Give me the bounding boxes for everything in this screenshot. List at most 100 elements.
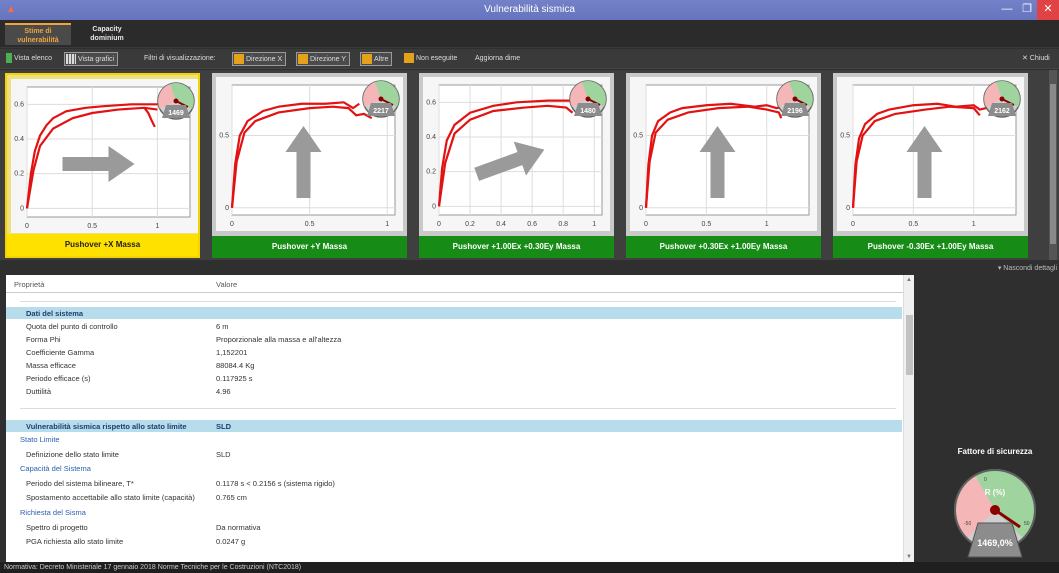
column-value: Valore bbox=[216, 280, 238, 289]
property-name: Massa efficace bbox=[26, 361, 76, 370]
charts-scrollbar[interactable] bbox=[1049, 70, 1057, 260]
table-row[interactable]: Definizione dello stato limite SLD bbox=[6, 448, 902, 460]
property-value: 4.96 bbox=[216, 387, 231, 396]
hide-details-label: Nascondi dettagli bbox=[1003, 265, 1057, 272]
pushover-chart: 0 0.5 1 0 0.5 2162 bbox=[840, 80, 1021, 228]
table-row[interactable]: Forma Phi Proporzionale alla massa e all'… bbox=[6, 333, 902, 345]
filter-direction-y[interactable]: Direzione Y bbox=[296, 52, 351, 66]
table-row[interactable]: Spettro di progetto Da normativa bbox=[6, 521, 902, 533]
status-bar: Normativa: Decreto Ministeriale 17 genna… bbox=[0, 562, 1059, 573]
list-view-button[interactable]: Vista elenco bbox=[6, 52, 52, 66]
pushover-card[interactable]: 0 0.5 1 0 0.5 2162 Pushover -0.30Ex +1.00Ey Ma… bbox=[833, 73, 1028, 258]
scroll-up-icon[interactable]: ▲ bbox=[906, 277, 912, 283]
property-name: Coefficiente Gamma bbox=[26, 348, 95, 357]
tab-vulnerability[interactable]: Stime di vulnerabilità bbox=[5, 23, 71, 45]
maximize-button[interactable]: ❐ bbox=[1017, 0, 1037, 20]
pushover-card[interactable]: 0 0.5 1 0 0.5 2196 Pushover +0.30Ex +1.00Ey Ma… bbox=[626, 73, 821, 258]
close-window-button[interactable]: ✕ bbox=[1037, 0, 1059, 20]
window-title: Vulnerabilità sismica bbox=[484, 4, 575, 15]
safety-factor-gauge: R (%) 0 -50 50 1469,0% bbox=[954, 469, 1036, 558]
property-name: Duttilità bbox=[26, 387, 52, 396]
gauge-hub bbox=[990, 505, 1000, 515]
pushover-plot: 0 0.2 0.4 0.6 0.8 1 0 0.2 0.4 0.6 1480 bbox=[423, 77, 610, 231]
section-limit-state: Stato Limite bbox=[6, 433, 902, 445]
filter-not-executed[interactable]: Non eseguite bbox=[404, 52, 457, 66]
x-tick-label: 1 bbox=[155, 223, 159, 230]
filter-direction-x[interactable]: Direzione X bbox=[232, 52, 287, 66]
table-row[interactable]: Periodo efficace (s) 0.117925 s bbox=[6, 372, 902, 384]
y-tick-label: 0 bbox=[846, 205, 850, 212]
section-value: SLD bbox=[216, 422, 231, 431]
property-value: 6 m bbox=[216, 322, 229, 331]
toolbar: Vista elenco Vista grafici Filtri di vis… bbox=[0, 49, 1059, 69]
y-tick-label: 0.2 bbox=[14, 171, 24, 178]
x-tick-label: 1 bbox=[592, 221, 596, 228]
table-row[interactable]: Spostamento accettabile allo stato limit… bbox=[6, 491, 902, 503]
table-row[interactable]: Massa efficace 88084.4 Kg bbox=[6, 359, 902, 371]
y-tick-label: 0.5 bbox=[219, 133, 229, 140]
y-tick-label: 0.4 bbox=[14, 136, 24, 143]
close-panel-button[interactable]: ✕ Chiudi bbox=[1022, 52, 1050, 66]
section-title: Vulnerabilità sismica rispetto allo stat… bbox=[26, 422, 187, 431]
table-row[interactable]: Periodo del sistema bilineare, T* 0.1178 … bbox=[6, 477, 902, 489]
tab-label: Stime di bbox=[24, 28, 52, 35]
pushover-title: Pushover +0.30Ex +1.00Ey Massa bbox=[626, 236, 821, 258]
safety-badge-value: 2196 bbox=[787, 108, 803, 115]
section-label: Capacità del Sistema bbox=[20, 464, 91, 473]
property-name: PGA richiesta allo stato limite bbox=[26, 537, 124, 546]
x-tick-label: 0 bbox=[230, 221, 234, 228]
safety-badge-value: 1480 bbox=[580, 108, 596, 115]
pushover-plot: 0 0.5 1 0 0.5 2162 bbox=[837, 77, 1024, 231]
x-tick-label: 0.2 bbox=[465, 221, 475, 228]
y-tick-label: 0.4 bbox=[426, 134, 436, 141]
update-size-button[interactable]: Aggiorna dime bbox=[475, 52, 520, 66]
tab-capacity-dominium[interactable]: Capacity dominium bbox=[74, 23, 140, 45]
title-bar: ▲ Vulnerabilità sismica — ❐ ✕ bbox=[0, 0, 1059, 20]
minimize-button[interactable]: — bbox=[997, 0, 1017, 20]
y-tick-label: 0 bbox=[432, 203, 436, 210]
properties-scrollbar[interactable]: ▲ ▼ bbox=[903, 275, 914, 562]
table-row[interactable]: Duttilità 4.96 bbox=[6, 385, 902, 397]
property-name: Definizione dello stato limite bbox=[26, 450, 119, 459]
pushover-chart: 0 0.2 0.4 0.6 0.8 1 0 0.2 0.4 0.6 1480 bbox=[426, 80, 607, 228]
table-row[interactable]: Quota del punto di controllo 6 m bbox=[6, 320, 902, 332]
gauge-scale-label: 0 bbox=[984, 477, 987, 483]
pushover-title: Pushover +Y Massa bbox=[212, 236, 407, 258]
property-value: 0.117925 s bbox=[216, 374, 253, 383]
filter-others[interactable]: Altre bbox=[360, 52, 393, 66]
pushover-plot: 0 0.5 1 0 0.2 0.4 0.6 1469 bbox=[11, 79, 198, 233]
x-tick-label: 1 bbox=[765, 221, 769, 228]
chart-view-label: Vista grafici bbox=[78, 56, 115, 63]
properties-grid: Proprietà Valore Dati del sistema Quota … bbox=[6, 275, 914, 562]
y-tick-label: 0.6 bbox=[14, 101, 24, 108]
table-row[interactable]: Coefficiente Gamma 1,152201 bbox=[6, 346, 902, 358]
x-tick-label: 0.5 bbox=[702, 221, 712, 228]
property-name: Quota del punto di controllo bbox=[26, 322, 118, 331]
pushover-plot: 0 0.5 1 0 0.5 2217 bbox=[216, 77, 403, 231]
ribbon: Stime di vulnerabilità Capacity dominium bbox=[0, 20, 1059, 48]
chart-view-button[interactable]: Vista grafici bbox=[64, 52, 119, 66]
property-value: SLD bbox=[216, 450, 231, 459]
y-tick-label: 0.2 bbox=[426, 169, 436, 176]
tab-label: Capacity bbox=[92, 26, 122, 33]
pushover-charts-strip: 0 0.5 1 0 0.2 0.4 0.6 1469 Pushover +X Massa 0 0.5… bbox=[0, 70, 1059, 260]
section-seismic-demand: Richiesta del Sisma bbox=[6, 506, 902, 518]
property-name: Forma Phi bbox=[26, 335, 61, 344]
property-name: Periodo del sistema bilineare, T* bbox=[26, 479, 134, 488]
tab-label: vulnerabilità bbox=[17, 37, 59, 44]
pushover-card[interactable]: 0 0.5 1 0 0.5 2217 Pushover +Y Massa bbox=[212, 73, 407, 258]
x-tick-label: 0.5 bbox=[87, 223, 97, 230]
pushover-title: Pushover +X Massa bbox=[7, 234, 198, 256]
y-tick-label: 0.5 bbox=[840, 133, 850, 140]
hide-details-toggle[interactable]: ▾ Nascondi dettagli bbox=[945, 264, 1057, 272]
pushover-card[interactable]: 0 0.2 0.4 0.6 0.8 1 0 0.2 0.4 0.6 1480 Pushover +1.… bbox=[419, 73, 614, 258]
y-tick-label: 0 bbox=[20, 205, 24, 212]
y-tick-label: 0 bbox=[225, 205, 229, 212]
gauge-label: R (%) bbox=[985, 488, 1006, 497]
pushover-card[interactable]: 0 0.5 1 0 0.2 0.4 0.6 1469 Pushover +X Massa bbox=[5, 73, 200, 258]
table-row[interactable]: PGA richiesta allo stato limite 0.0247 g bbox=[6, 535, 902, 547]
chevron-icon: ▾ bbox=[997, 265, 1002, 272]
system-data-header: Dati del sistema bbox=[6, 307, 902, 319]
scroll-down-icon[interactable]: ▼ bbox=[906, 554, 912, 560]
pushover-title: Pushover -0.30Ex +1.00Ey Massa bbox=[833, 236, 1028, 258]
